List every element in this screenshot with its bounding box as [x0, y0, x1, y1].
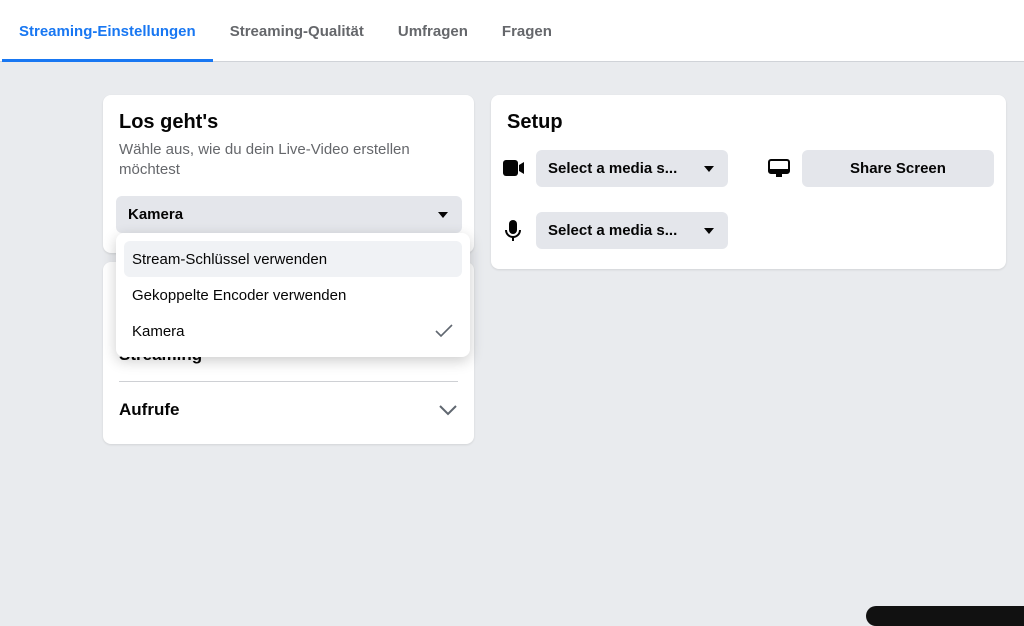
caret-down-icon — [438, 211, 448, 218]
microphone-source-select[interactable]: Select a media s... — [536, 212, 728, 249]
tab-umfragen[interactable]: Umfragen — [381, 0, 485, 62]
menu-item-camera[interactable]: Kamera — [124, 313, 462, 349]
check-icon — [435, 324, 453, 338]
select-value: Select a media s... — [548, 222, 678, 239]
select-value: Select a media s... — [548, 160, 678, 177]
chevron-down-icon — [439, 405, 457, 416]
tab-streaming-qualitaet[interactable]: Streaming-Qualität — [213, 0, 381, 62]
corner-overlay — [866, 606, 1024, 626]
share-screen-button[interactable]: Share Screen — [802, 150, 994, 187]
caret-down-icon — [704, 227, 714, 234]
section-label: Aufrufe — [119, 400, 180, 419]
start-subtitle: Wähle aus, wie du dein Live-Video erstel… — [119, 141, 410, 178]
menu-item-stream-key[interactable]: Stream-Schlüssel verwenden — [124, 241, 462, 277]
setup-card: Setup Select a media s... Share Screen S… — [491, 95, 1006, 269]
caret-down-icon — [704, 165, 714, 172]
microphone-icon — [505, 220, 521, 241]
camera-source-select[interactable]: Select a media s... — [536, 150, 728, 187]
video-camera-icon — [503, 160, 524, 176]
menu-item-label: Gekoppelte Encoder verwenden — [132, 286, 347, 304]
tab-streaming-einstellungen[interactable]: Streaming-Einstellungen — [2, 0, 213, 62]
menu-item-label: Stream-Schlüssel verwenden — [132, 250, 328, 268]
tab-fragen[interactable]: Fragen — [485, 0, 569, 62]
setup-title: Setup — [507, 111, 563, 133]
menu-item-label: Kamera — [132, 322, 185, 340]
monitor-icon — [768, 159, 790, 177]
section-aufrufe[interactable]: Aufrufe — [103, 382, 474, 438]
tab-bar: Streaming-Einstellungen Streaming-Qualit… — [0, 0, 1024, 62]
source-dropdown-menu: Stream-Schlüssel verwenden Gekoppelte En… — [116, 233, 470, 357]
source-select-value: Kamera — [128, 206, 184, 223]
source-select[interactable]: Kamera — [116, 196, 462, 233]
start-title: Los geht's — [119, 111, 219, 133]
menu-item-paired-encoder[interactable]: Gekoppelte Encoder verwenden — [124, 277, 462, 313]
start-card: Los geht's Wähle aus, wie du dein Live-V… — [103, 95, 474, 253]
